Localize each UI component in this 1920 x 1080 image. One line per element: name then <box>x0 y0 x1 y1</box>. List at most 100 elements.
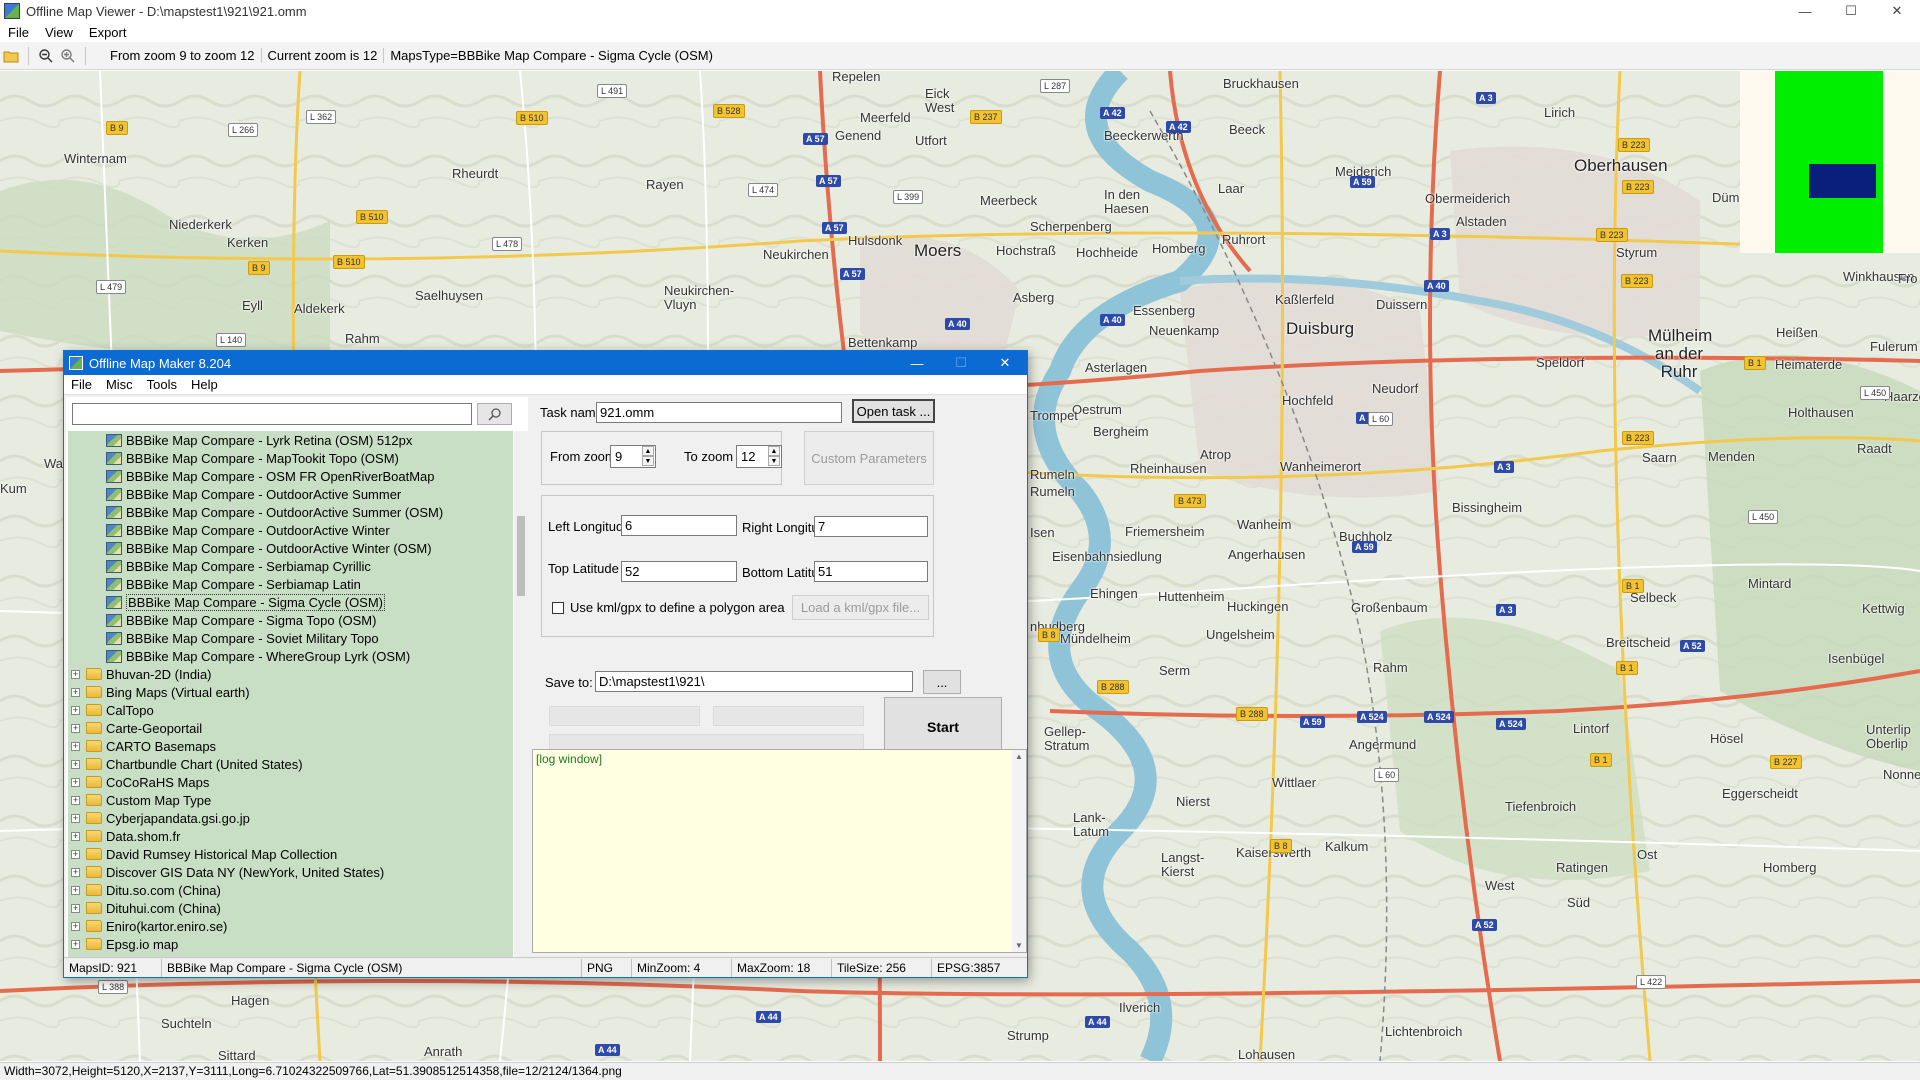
tree-folder-item[interactable]: + Dituhui.com (China) <box>68 899 513 917</box>
map-type-tree[interactable]: BBBike Map Compare - Lyrk Retina (OSM) 5… <box>68 431 513 957</box>
search-input[interactable] <box>72 403 472 425</box>
zoom-out-icon[interactable] <box>35 45 57 67</box>
dialog-titlebar[interactable]: Offline Map Maker 8.204 — ☐ ✕ <box>64 351 1027 375</box>
log-scrollbar[interactable]: ▲ ▼ <box>1012 750 1026 952</box>
folder-icon <box>86 812 102 824</box>
tree-folder-item[interactable]: + Custom Map Type <box>68 791 513 809</box>
scroll-up-icon[interactable]: ▲ <box>1015 752 1023 761</box>
tree-folder-item[interactable]: + Eniro(kartor.eniro.se) <box>68 917 513 935</box>
close-button[interactable]: ✕ <box>1874 0 1920 22</box>
expand-icon[interactable]: + <box>71 885 80 895</box>
dialog-minimize-button[interactable]: — <box>895 351 939 375</box>
tree-item-label: BBBike Map Compare - OutdoorActive Winte… <box>126 540 432 556</box>
tree-map-item[interactable]: BBBike Map Compare - Serbiamap Latin <box>68 575 513 593</box>
dialog-menu-help[interactable]: Help <box>184 377 225 392</box>
dialog-menu-file[interactable]: File <box>64 377 99 392</box>
browse-button[interactable]: ... <box>923 670 961 694</box>
expand-icon[interactable]: + <box>71 723 80 733</box>
expand-icon[interactable]: + <box>71 759 80 769</box>
dialog-maximize-button[interactable]: ☐ <box>939 351 983 375</box>
tree-map-item[interactable]: BBBike Map Compare - Serbiamap Cyrillic <box>68 557 513 575</box>
expand-icon[interactable]: + <box>71 777 80 787</box>
log-window[interactable]: [log window] ▲ ▼ <box>532 749 1027 953</box>
tree-folder-item[interactable]: + CoCoRaHS Maps <box>68 773 513 791</box>
expand-icon[interactable]: + <box>71 849 80 859</box>
load-kml-button[interactable]: Load a kml/gpx file... <box>792 595 929 620</box>
tree-folder-item[interactable]: + Bhuvan-2D (India) <box>68 665 513 683</box>
map-type-icon <box>106 649 122 663</box>
tree-folder-item[interactable]: + CalTopo <box>68 701 513 719</box>
tree-folder-item[interactable]: + Cyberjapandata.gsi.go.jp <box>68 809 513 827</box>
expand-icon[interactable]: + <box>71 795 80 805</box>
place-label: Gellep-Stratum <box>1044 724 1090 753</box>
expand-icon[interactable]: + <box>71 741 80 751</box>
zoom-in-icon[interactable] <box>57 45 79 67</box>
map-type-icon <box>106 541 122 555</box>
tree-folder-item[interactable]: + Discover GIS Data NY (NewYork, United S… <box>68 863 513 881</box>
place-label: Friemersheim <box>1125 524 1205 539</box>
kml-polygon-checkbox[interactable] <box>552 602 564 614</box>
spinner-up-icon[interactable]: ▲ <box>642 446 654 456</box>
tree-map-item[interactable]: BBBike Map Compare - OutdoorActive Summe… <box>68 503 513 521</box>
expand-icon[interactable]: + <box>71 669 80 679</box>
custom-parameters-button[interactable]: Custom Parameters <box>804 431 934 485</box>
menu-file[interactable]: File <box>0 25 37 40</box>
open-task-button[interactable]: Open task ... <box>852 399 935 423</box>
top-latitude-input[interactable]: 52 <box>621 561 737 582</box>
task-name-input[interactable]: 921.omm <box>596 402 842 423</box>
save-to-input[interactable]: D:\mapstest1\921\ <box>595 671 913 692</box>
start-button[interactable]: Start <box>884 697 1002 757</box>
expand-icon[interactable]: + <box>71 831 80 841</box>
tree-map-item[interactable]: BBBike Map Compare - Lyrk Retina (OSM) 5… <box>68 431 513 449</box>
expand-icon[interactable]: + <box>71 813 80 823</box>
tree-folder-item[interactable]: + Epsg.io map <box>68 935 513 953</box>
tree-map-item[interactable]: BBBike Map Compare - OutdoorActive Winte… <box>68 539 513 557</box>
to-zoom-spinner[interactable]: 12 ▲ ▼ <box>736 445 782 468</box>
expand-icon[interactable]: + <box>71 687 80 697</box>
spinner-down-icon[interactable]: ▼ <box>768 456 780 466</box>
search-button[interactable] <box>477 403 512 425</box>
left-longitude-input[interactable]: 6 <box>621 515 737 536</box>
expand-icon[interactable]: + <box>71 903 80 913</box>
tree-map-item[interactable]: BBBike Map Compare - OSM FR OpenRiverBoa… <box>68 467 513 485</box>
tree-map-item[interactable]: BBBike Map Compare - Sigma Cycle (OSM) <box>68 593 513 611</box>
tree-map-item[interactable]: BBBike Map Compare - WhereGroup Lyrk (OS… <box>68 647 513 665</box>
tree-folder-item[interactable]: + Bing Maps (Virtual earth) <box>68 683 513 701</box>
tree-folder-item[interactable]: + Carte-Geoportail <box>68 719 513 737</box>
tree-map-item[interactable]: BBBike Map Compare - OutdoorActive Winte… <box>68 521 513 539</box>
to-zoom-value: 12 <box>741 449 756 464</box>
spinner-down-icon[interactable]: ▼ <box>642 456 654 466</box>
overview-minimap[interactable] <box>1740 71 1920 253</box>
maximize-button[interactable]: ☐ <box>1828 0 1874 22</box>
overview-viewport[interactable] <box>1809 164 1876 198</box>
tree-folder-item[interactable]: + CARTO Basemaps <box>68 737 513 755</box>
dialog-menu-tools[interactable]: Tools <box>140 377 184 392</box>
scroll-down-icon[interactable]: ▼ <box>1015 941 1023 950</box>
tree-map-item[interactable]: BBBike Map Compare - OutdoorActive Summe… <box>68 485 513 503</box>
expand-icon[interactable]: + <box>71 705 80 715</box>
expand-icon[interactable]: + <box>71 867 80 877</box>
bottom-latitude-input[interactable]: 51 <box>814 561 928 582</box>
dialog-close-button[interactable]: ✕ <box>983 351 1027 375</box>
tree-scrollbar[interactable] <box>514 431 528 957</box>
menu-view[interactable]: View <box>37 25 81 40</box>
tree-folder-item[interactable]: + David Rumsey Historical Map Collection <box>68 845 513 863</box>
dialog-menu-misc[interactable]: Misc <box>99 377 140 392</box>
tree-folder-item[interactable]: + Ditu.so.com (China) <box>68 881 513 899</box>
from-zoom-spinner[interactable]: 9 ▲ ▼ <box>610 445 656 468</box>
menu-export[interactable]: Export <box>81 25 135 40</box>
place-label: Mintard <box>1748 576 1792 591</box>
tree-map-item[interactable]: BBBike Map Compare - Sigma Topo (OSM) <box>68 611 513 629</box>
scrollbar-thumb[interactable] <box>517 516 525 596</box>
open-folder-icon[interactable] <box>0 45 22 67</box>
overview-coverage <box>1775 71 1883 253</box>
spinner-up-icon[interactable]: ▲ <box>768 446 780 456</box>
tree-map-item[interactable]: BBBike Map Compare - MapTookit Topo (OSM… <box>68 449 513 467</box>
tree-folder-item[interactable]: + Data.shom.fr <box>68 827 513 845</box>
right-longitude-input[interactable]: 7 <box>814 516 928 537</box>
tree-folder-item[interactable]: + Chartbundle Chart (United States) <box>68 755 513 773</box>
tree-map-item[interactable]: BBBike Map Compare - Soviet Military Top… <box>68 629 513 647</box>
minimize-button[interactable]: — <box>1782 0 1828 22</box>
expand-icon[interactable]: + <box>71 921 80 931</box>
expand-icon[interactable]: + <box>71 939 80 949</box>
